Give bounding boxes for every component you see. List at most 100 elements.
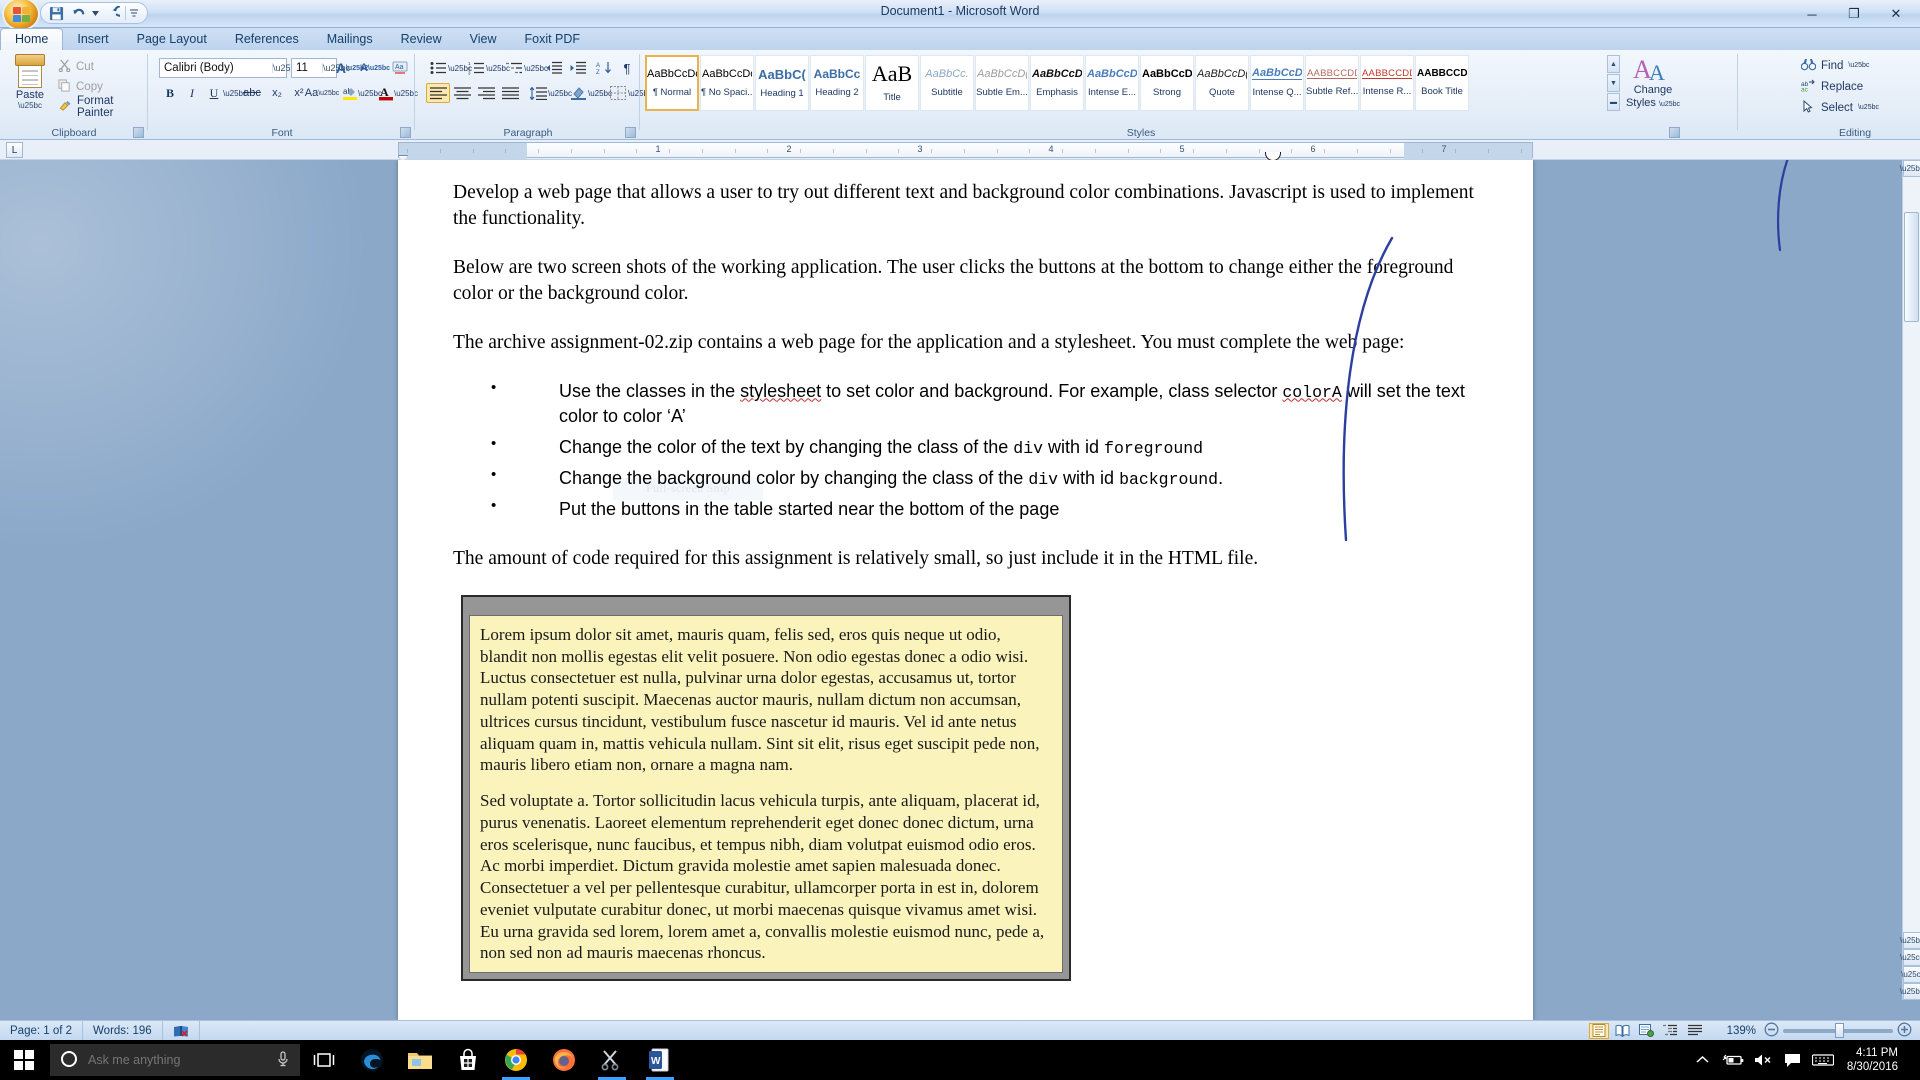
style-thumb-intense-q[interactable]: AaBbCcD(Intense Q... xyxy=(1250,55,1304,111)
font-color-dropdown-icon[interactable]: \u25bc xyxy=(394,83,418,103)
replace-button[interactable]: ab ac Replace xyxy=(1798,77,1866,96)
view-draft-button[interactable] xyxy=(1685,1023,1705,1039)
style-thumb-no-spaci[interactable]: AaBbCcDc ¶ No Spaci... xyxy=(700,55,754,111)
tab-foxit-pdf[interactable]: Foxit PDF xyxy=(510,28,594,50)
gallery-scroll-up-button[interactable]: ▲ xyxy=(1607,55,1620,73)
document-page[interactable]: Develop a web page that allows a user to… xyxy=(398,160,1533,1020)
style-thumb-strong[interactable]: AaBbCcD(Strong xyxy=(1140,55,1194,111)
microphone-icon[interactable] xyxy=(276,1050,290,1070)
style-thumb-book-title[interactable]: AABBCCDD Book Title xyxy=(1415,55,1469,111)
tab-view[interactable]: View xyxy=(456,28,511,50)
decrease-indent-button[interactable] xyxy=(542,58,566,78)
keyboard-icon[interactable] xyxy=(1809,1040,1837,1080)
bullets-button[interactable] xyxy=(426,58,450,78)
taskbar-clock[interactable]: 4:11 PM 8/30/2016 xyxy=(1839,1046,1906,1074)
gallery-more-button[interactable]: ▬ xyxy=(1607,93,1620,111)
tab-stop-selector[interactable]: L xyxy=(6,142,23,158)
font-name-combo[interactable]: Calibri (Body) \u25bc xyxy=(159,58,300,78)
word-count-status[interactable]: Words: 196 xyxy=(83,1020,163,1041)
show-hidden-icons-button[interactable] xyxy=(1689,1040,1717,1080)
view-web-layout-button[interactable] xyxy=(1637,1023,1657,1039)
align-right-button[interactable] xyxy=(474,83,498,103)
maximize-restore-button[interactable]: ❐ xyxy=(1834,2,1874,26)
select-button[interactable]: Select \u25bc xyxy=(1798,98,1882,117)
font-dialog-launcher[interactable] xyxy=(400,127,411,138)
strikethrough-button[interactable]: abc xyxy=(239,83,265,103)
chevron-down-icon[interactable]: \u25bc xyxy=(322,63,350,73)
cut-button[interactable]: Cut xyxy=(58,58,94,76)
zoom-slider[interactable] xyxy=(1783,1022,1893,1038)
file-explorer-icon[interactable] xyxy=(396,1040,444,1080)
zoom-in-button[interactable] xyxy=(1897,1022,1912,1040)
align-center-button[interactable] xyxy=(450,83,474,103)
scrollbar-thumb[interactable] xyxy=(1904,212,1919,322)
style-thumb-heading-1[interactable]: AaBbC(Heading 1 xyxy=(755,55,809,111)
horizontal-ruler[interactable]: 1 2 3 4 5 6 7 xyxy=(398,142,1533,159)
multilevel-list-button[interactable] xyxy=(502,58,526,78)
numbering-button[interactable]: 123 xyxy=(464,58,488,78)
volume-icon[interactable] xyxy=(1749,1040,1777,1080)
scroll-down-button[interactable]: \u25bc xyxy=(1900,932,1920,949)
font-size-combo[interactable]: 11 \u25bc xyxy=(291,58,350,78)
show-formatting-marks-button[interactable]: ¶ xyxy=(616,58,638,78)
tab-review[interactable]: Review xyxy=(387,28,456,50)
view-outline-button[interactable] xyxy=(1661,1023,1681,1039)
chrome-icon[interactable] xyxy=(492,1040,540,1080)
select-browse-object-button[interactable]: \u25cf xyxy=(1901,966,1920,983)
shrink-font-button[interactable]: A \u25bc xyxy=(360,58,390,78)
tab-insert[interactable]: Insert xyxy=(63,28,122,50)
line-spacing-button[interactable] xyxy=(526,83,550,103)
clear-formatting-button[interactable]: Aa xyxy=(389,58,411,78)
page-number-status[interactable]: Page: 1 of 2 xyxy=(0,1020,84,1041)
show-desktop-button[interactable] xyxy=(1908,1040,1914,1080)
find-dropdown-icon[interactable]: \u25bc xyxy=(1848,62,1869,69)
style-thumb-heading-2[interactable]: AaBbCc Heading 2 xyxy=(810,55,864,111)
cortana-search-box[interactable] xyxy=(50,1044,300,1076)
previous-page-button[interactable]: \u25c0 xyxy=(1900,949,1920,966)
style-thumb-quote[interactable]: AaBbCcD(Quote xyxy=(1195,55,1249,111)
change-case-button[interactable]: Aa \u25bc xyxy=(305,83,340,103)
start-button[interactable] xyxy=(0,1040,48,1080)
styles-dialog-launcher[interactable] xyxy=(1669,127,1680,138)
style-thumb-subtle-em[interactable]: AaBbCcD(Subtle Em... xyxy=(975,55,1029,111)
paragraph-dialog-launcher[interactable] xyxy=(625,127,636,138)
task-view-button[interactable] xyxy=(300,1040,348,1080)
tab-references[interactable]: References xyxy=(221,28,313,50)
firefox-icon[interactable] xyxy=(540,1040,588,1080)
gallery-scroll-down-button[interactable]: ▼ xyxy=(1607,74,1620,92)
view-print-layout-button[interactable] xyxy=(1588,1022,1609,1039)
increase-indent-button[interactable] xyxy=(566,58,590,78)
action-center-icon[interactable] xyxy=(1779,1040,1807,1080)
search-input[interactable] xyxy=(88,1053,248,1067)
find-button[interactable]: Find \u25bc xyxy=(1798,56,1872,75)
close-button[interactable]: ✕ xyxy=(1876,2,1916,26)
format-painter-button[interactable]: Format Painter xyxy=(58,95,148,119)
style-thumb-subtitle[interactable]: AaBbCc. Subtitle xyxy=(920,55,974,111)
copy-button[interactable]: Copy xyxy=(58,78,103,96)
scroll-up-button[interactable]: \u25b2 xyxy=(1900,160,1920,177)
zoom-out-button[interactable] xyxy=(1764,1022,1779,1040)
paste-button[interactable]: Paste \u25bc xyxy=(8,54,52,116)
tab-page-layout[interactable]: Page Layout xyxy=(123,28,221,50)
underline-button[interactable]: U xyxy=(203,83,225,103)
tab-home[interactable]: Home xyxy=(0,28,64,50)
zoom-level-label[interactable]: 139% xyxy=(1723,1025,1760,1037)
sort-button[interactable]: AZ xyxy=(592,58,616,78)
style-thumb-intense-e[interactable]: AaBbCcD(Intense E... xyxy=(1085,55,1139,111)
bold-button[interactable]: B xyxy=(159,83,181,103)
borders-button[interactable] xyxy=(606,83,630,103)
style-thumb-subtle-ref[interactable]: AABBCCDD Subtle Ref... xyxy=(1305,55,1359,111)
proofing-status-icon[interactable] xyxy=(163,1020,200,1041)
select-dropdown-icon[interactable]: \u25bc xyxy=(1858,104,1879,111)
subscript-button[interactable]: x₂ xyxy=(266,83,288,103)
italic-button[interactable]: I xyxy=(181,83,203,103)
edge-icon[interactable] xyxy=(348,1040,396,1080)
snipping-tool-icon[interactable] xyxy=(588,1040,636,1080)
next-page-button[interactable]: \u25b6 xyxy=(1900,983,1920,1000)
store-icon[interactable] xyxy=(444,1040,492,1080)
zoom-slider-handle[interactable] xyxy=(1835,1022,1844,1038)
style-thumb-title[interactable]: AaB Title xyxy=(865,55,919,111)
style-thumb-emphasis[interactable]: AaBbCcD(Emphasis xyxy=(1030,55,1084,111)
view-full-screen-reading-button[interactable] xyxy=(1613,1023,1633,1039)
change-styles-button[interactable]: AA Change Styles \u25bc xyxy=(1625,54,1681,111)
